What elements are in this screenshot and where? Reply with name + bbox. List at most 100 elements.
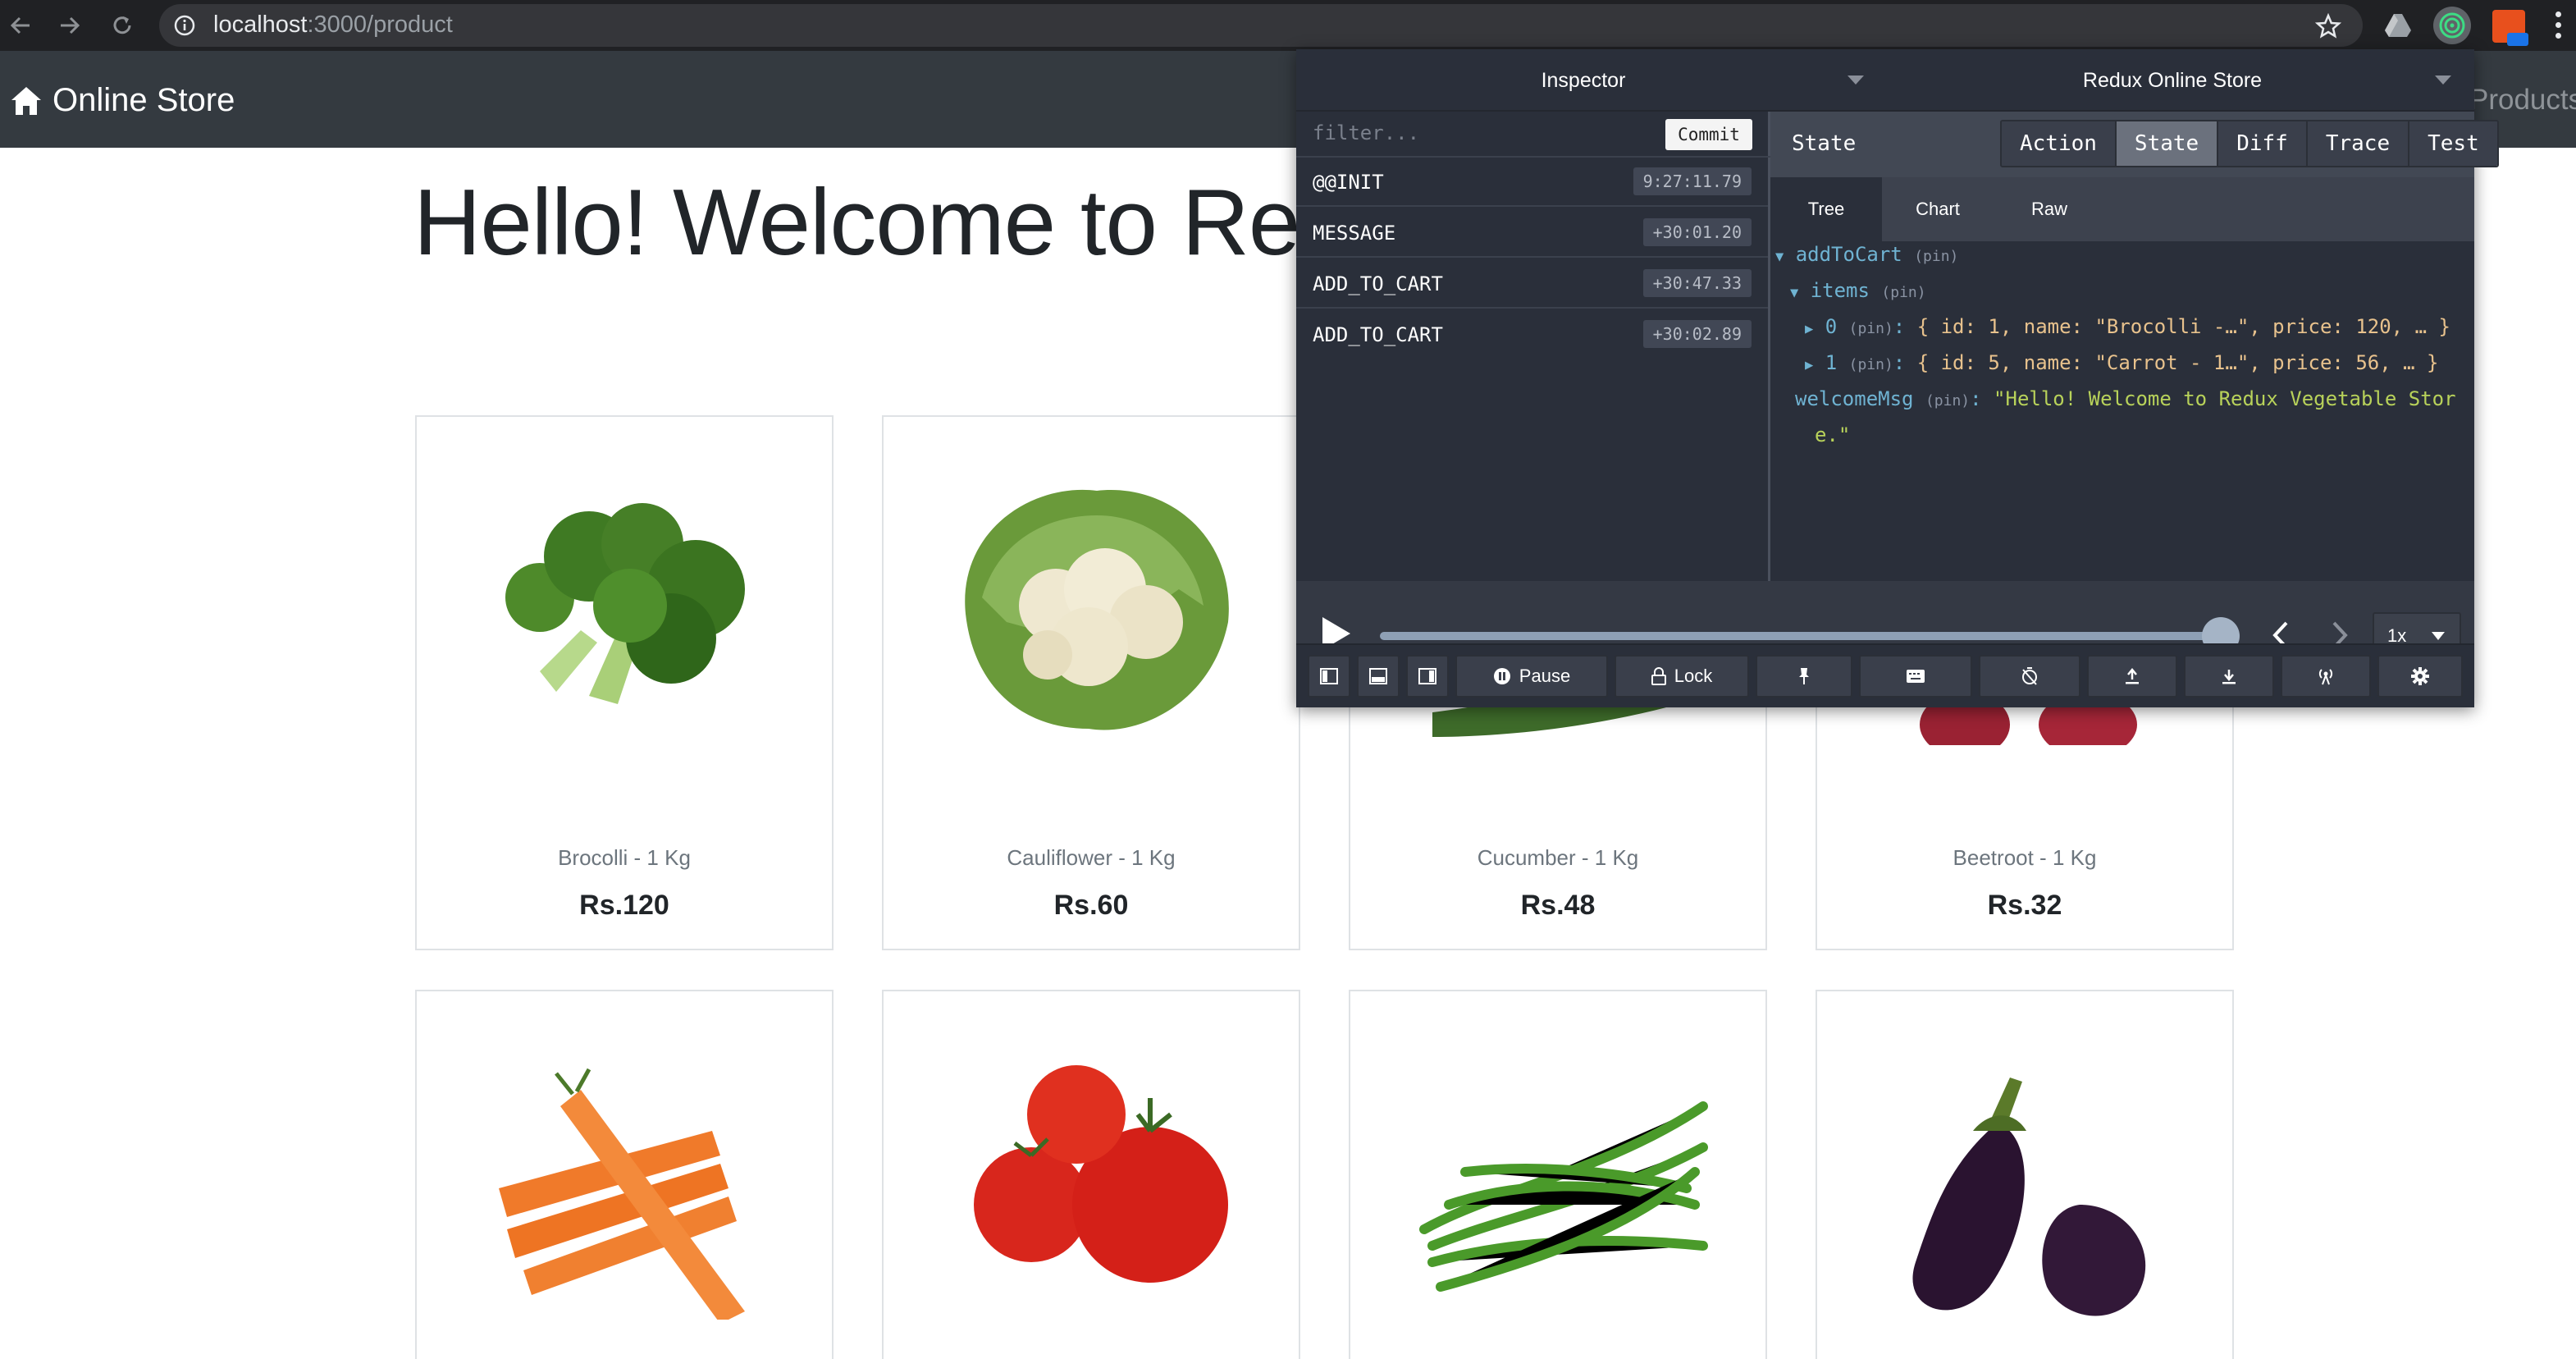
redux-devtools-panel: Inspector Redux Online Store filter... C…: [1296, 49, 2499, 707]
tab-action[interactable]: Action: [2002, 121, 2117, 166]
action-list-panel: filter... Commit @@INIT 9:27:11.79 MESSA…: [1296, 112, 1770, 581]
lock-icon: [1651, 667, 1666, 685]
on-extension-icon[interactable]: [2492, 10, 2528, 46]
tree-node-welcome[interactable]: welcomeMsg (pin): "Hello! Welcome to Red…: [1795, 387, 2456, 410]
tree-string-value-wrap: e.": [1815, 423, 1851, 446]
tab-trace[interactable]: Trace: [2307, 121, 2410, 166]
broadcast-icon: [2318, 669, 2333, 685]
tomato-image: [974, 1065, 1228, 1283]
action-time: +30:02.89: [1642, 320, 1752, 348]
collapsed-arrow-icon: ▶: [1805, 357, 1814, 373]
action-time: +30:01.20: [1642, 218, 1752, 246]
pause-icon: [1493, 668, 1510, 684]
redux-icon: [2439, 12, 2465, 39]
tree-node-items[interactable]: ▼ items (pin): [1790, 279, 1926, 302]
subtab-tree[interactable]: Tree: [1770, 177, 1882, 241]
panel-left-icon: [1320, 668, 1338, 684]
timer-off-icon: [2022, 667, 2037, 685]
brand-link[interactable]: Online Store: [10, 82, 235, 119]
page-title: Hello! Welcome to Redu: [413, 171, 1403, 275]
menu-icon[interactable]: [2550, 11, 2566, 39]
store-select-label: Redux Online Store: [2082, 68, 2263, 92]
left-monitor-button[interactable]: [1308, 655, 1350, 698]
url-text: localhost:3000/product: [213, 11, 453, 39]
product-card[interactable]: [1349, 990, 1767, 1359]
dispatcher-button[interactable]: [1859, 655, 1972, 698]
inspector-panel: State Action State Diff Trace Test Tree …: [1770, 112, 2499, 581]
keyboard-icon: [1907, 670, 1925, 683]
action-name: @@INIT: [1313, 171, 1384, 194]
monitor-select-label: Inspector: [1541, 68, 1626, 92]
reload-button[interactable]: [105, 8, 139, 43]
inspector-tabbar: State Action State Diff Trace Test: [1770, 112, 2499, 177]
bottom-monitor-button[interactable]: [1357, 655, 1400, 698]
action-time: +30:47.33: [1642, 269, 1752, 297]
product-card[interactable]: [882, 990, 1300, 1359]
tree-node-root[interactable]: ▼ addToCart (pin): [1775, 243, 1958, 266]
products-link[interactable]: Products: [2469, 84, 2576, 117]
reload-icon: [113, 16, 131, 34]
subtab-chart[interactable]: Chart: [1882, 177, 1994, 241]
tab-state[interactable]: State: [2116, 121, 2219, 166]
tree-key: 1: [1825, 351, 1838, 374]
tab-test[interactable]: Test: [2409, 121, 2497, 166]
url-path: :3000/product: [307, 11, 453, 38]
action-item[interactable]: @@INIT 9:27:11.79: [1296, 158, 1768, 207]
forward-button[interactable]: [53, 8, 87, 43]
store-chevron-down-icon: [2435, 76, 2451, 85]
inspector-tabs: Action State Diff Trace Test: [2000, 120, 2499, 167]
filter-bar: filter... Commit: [1296, 112, 1770, 158]
product-card[interactable]: Cauliflower - 1 Kg Rs.60: [882, 415, 1300, 950]
filter-input[interactable]: filter...: [1313, 121, 1419, 144]
timeline-slider[interactable]: [1380, 632, 2225, 640]
action-item[interactable]: ADD_TO_CART +30:47.33: [1296, 259, 1768, 309]
pin-icon: [1799, 668, 1809, 684]
panel-label: State: [1792, 131, 1857, 156]
product-card[interactable]: Brocolli - 1 Kg Rs.120: [415, 415, 834, 950]
arrow-right-icon: [61, 16, 80, 34]
subtab-raw[interactable]: Raw: [1994, 177, 2105, 241]
tree-pin: (pin): [1848, 320, 1893, 337]
green-beans-image: [1419, 1101, 1708, 1292]
export-button[interactable]: [2087, 655, 2177, 698]
slider-toggle-button[interactable]: [1979, 655, 2080, 698]
lock-button[interactable]: Lock: [1615, 655, 1749, 698]
settings-button[interactable]: [2377, 655, 2463, 698]
action-item[interactable]: MESSAGE +30:01.20: [1296, 208, 1768, 258]
gear-icon: [2411, 667, 2429, 685]
pause-button[interactable]: Pause: [1455, 655, 1608, 698]
collapsed-arrow-icon: ▶: [1805, 321, 1814, 337]
remote-button[interactable]: [2281, 655, 2371, 698]
drive-extension-icon[interactable]: [2382, 10, 2414, 41]
eggplant-image: [1912, 1078, 2146, 1316]
star-icon[interactable]: [2315, 13, 2341, 39]
monitor-chevron-down-icon: [1848, 76, 1864, 85]
right-monitor-button[interactable]: [1406, 655, 1449, 698]
product-card[interactable]: [1816, 990, 2234, 1359]
product-card[interactable]: [415, 990, 834, 1359]
import-button[interactable]: [2184, 655, 2274, 698]
chevron-down-icon: [2432, 632, 2445, 640]
address-bar[interactable]: localhost:3000/product: [159, 4, 2363, 47]
commit-button[interactable]: Commit: [1665, 119, 1752, 150]
tree-node-item[interactable]: ▶ 0 (pin): { id: 1, name: "Brocolli -…",…: [1805, 315, 2450, 338]
action-item[interactable]: ADD_TO_CART +30:02.89: [1296, 310, 1768, 359]
info-icon[interactable]: [174, 15, 195, 36]
persist-button[interactable]: [1756, 655, 1852, 698]
redux-devtools-extension-icon[interactable]: [2433, 7, 2471, 44]
brand-text: Online Store: [53, 82, 235, 118]
tree-value: { id: 5, name: "Carrot - 1…", price: 56,…: [1916, 351, 2439, 374]
monitor-select[interactable]: Inspector: [1296, 49, 1870, 112]
back-button[interactable]: [3, 8, 38, 43]
devtools-header: Inspector Redux Online Store: [1296, 49, 2474, 112]
product-name: Cauliflower - 1 Kg: [1007, 845, 1176, 870]
product-name: Cucumber - 1 Kg: [1477, 845, 1639, 870]
tree-pin: (pin): [1914, 248, 1959, 265]
expanded-arrow-icon: ▼: [1790, 285, 1799, 301]
browser-toolbar: localhost:3000/product: [0, 0, 2576, 51]
product-price: Rs.32: [1987, 890, 2062, 921]
tree-node-item[interactable]: ▶ 1 (pin): { id: 5, name: "Carrot - 1…",…: [1805, 351, 2438, 374]
store-select[interactable]: Redux Online Store: [1870, 49, 2474, 112]
tab-diff[interactable]: Diff: [2218, 121, 2308, 166]
panel-bottom-icon: [1369, 668, 1387, 684]
